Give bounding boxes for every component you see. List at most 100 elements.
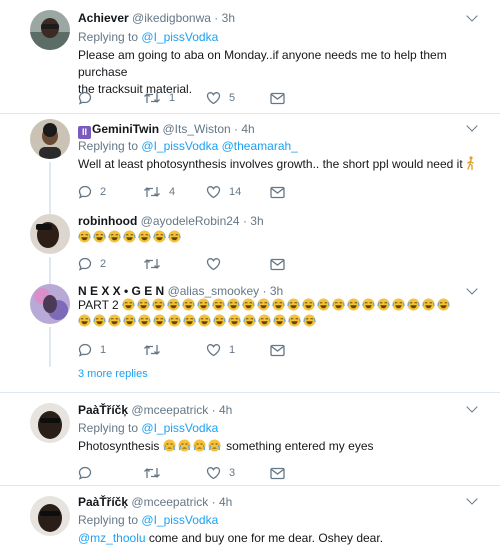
dm-button[interactable] [270,90,285,106]
tweet-geminitwin[interactable]: II GeminiTwin @Its_Wiston · 4h Replying t… [0,114,500,209]
laughing-emoji [347,298,360,311]
laughing-emoji [227,298,240,311]
reply-button[interactable] [78,465,92,481]
tweet-text: Photosynthesis something entered my eyes [78,438,478,455]
timestamp[interactable]: 3h [250,214,263,228]
avatar[interactable] [30,496,70,536]
tweet-nexxgen[interactable]: N E X X • G E N @alias_smookey · 3h PART… [0,277,500,392]
reply-icon [78,185,92,199]
author-handle[interactable]: @mceepatrick [131,495,208,509]
dm-button[interactable] [270,184,285,200]
laughing-emoji [137,298,150,311]
author-handle[interactable]: @ikedigbonwa [132,11,211,25]
author-name[interactable]: Achiever [78,11,129,25]
author-handle[interactable]: @mceepatrick [131,403,208,417]
tweet-text: @mz_thoolu come and buy one for me dear.… [78,530,478,547]
author-name[interactable]: robinhood [78,214,137,228]
laughing-emoji [93,230,106,243]
laughing-emoji [168,314,181,327]
thread-line [49,162,51,209]
retweet-icon [143,91,161,105]
chevron-down-icon[interactable] [466,283,478,295]
laughing-emoji [93,314,106,327]
laughing-emoji [138,314,151,327]
timestamp[interactable]: 3h [270,284,283,298]
like-button[interactable]: 1 [206,342,235,358]
like-count: 1 [229,344,236,356]
timestamp[interactable]: 4h [219,495,232,509]
author-name[interactable]: N E X X • G E N [78,284,164,298]
retweet-button[interactable] [143,342,161,358]
reply-button[interactable]: 2 [78,184,106,200]
avatar[interactable] [30,403,70,443]
timestamp[interactable]: 4h [219,403,232,417]
dm-button[interactable] [270,465,285,481]
reply-icon [78,343,92,357]
envelope-icon [270,92,285,105]
tweet-robinhood[interactable]: robinhood @ayodeleRobin24 · 3h 2 [0,209,500,277]
like-button[interactable] [206,256,221,272]
author-name[interactable]: GeminiTwin [92,122,159,136]
dm-button[interactable] [270,256,285,272]
replying-to-link[interactable]: @I_pissVodka [141,513,218,527]
laughing-emoji [317,298,330,311]
retweet-icon [143,185,161,199]
thread-line [49,257,51,277]
author-handle[interactable]: @alias_smookey [168,284,260,298]
dm-button[interactable] [270,342,285,358]
avatar[interactable] [30,214,70,254]
reply-count: 1 [100,344,107,356]
chevron-down-icon[interactable] [466,493,478,505]
laughing-emoji [108,314,121,327]
mention-link[interactable]: @mz_thoolu [78,531,146,545]
laughing-emoji [123,314,136,327]
reply-button[interactable] [78,90,100,106]
reply-button[interactable]: 2 [78,256,106,272]
retweet-button[interactable] [143,256,161,272]
like-button[interactable]: 3 [206,465,235,481]
chevron-down-icon[interactable] [466,10,478,22]
avatar[interactable] [30,284,70,324]
reply-icon [78,466,92,480]
envelope-icon [270,344,285,357]
timestamp[interactable]: 3h [222,11,235,25]
tweet-patrick-2[interactable]: PaàŤříčķ @mceepatrick · 4h Replying to @… [0,486,500,548]
author-handle[interactable]: @ayodeleRobin24 [141,214,240,228]
author-name[interactable]: PaàŤříčķ [78,403,128,417]
replying-label: Replying to [78,421,139,435]
avatar[interactable] [30,119,70,159]
like-button[interactable]: 14 [206,184,241,200]
laughing-emoji [153,314,166,327]
dot-separator: · [211,495,216,509]
chevron-down-icon[interactable] [466,401,478,413]
tweet-achiever[interactable]: Achiever @ikedigbonwa · 3h Replying to @… [0,0,500,113]
laughing-emoji [302,298,315,311]
retweet-button[interactable]: 4 [143,184,175,200]
replying-to-link[interactable]: @I_pissVodka @theamarah_ [141,139,297,153]
reply-count: 2 [100,186,107,198]
heart-icon [206,257,221,271]
laughing-emoji [392,298,405,311]
retweet-button[interactable]: 1 [143,90,175,106]
retweet-button[interactable] [143,465,161,481]
like-button[interactable]: 5 [206,90,235,106]
reply-button[interactable]: 1 [78,342,106,358]
author-handle[interactable]: @Its_Wiston [162,122,230,136]
crying-emoji [208,439,221,452]
chevron-down-icon[interactable] [466,120,478,132]
tweet-text-content: come and buy one for me dear. Oshey dear… [145,531,384,545]
tweet-text-content: PART 2 [78,298,119,312]
tweet-text-line: Please am going to aba on Monday..if any… [78,48,447,79]
crying-emoji [193,439,206,452]
replying-label: Replying to [78,513,139,527]
author-name[interactable]: PaàŤříčķ [78,495,128,509]
timestamp[interactable]: 4h [241,122,254,136]
laughing-emoji [152,298,165,311]
laughing-emoji [153,230,166,243]
avatar[interactable] [30,10,70,50]
tweet-patrick-1[interactable]: PaàŤříčķ @mceepatrick · 4h Replying to @… [0,393,500,485]
more-replies-link[interactable]: 3 more replies [78,368,148,380]
replying-to-link[interactable]: @I_pissVodka [141,421,218,435]
replying-to-link[interactable]: @I_pissVodka [141,30,218,44]
retweet-icon [143,343,161,357]
